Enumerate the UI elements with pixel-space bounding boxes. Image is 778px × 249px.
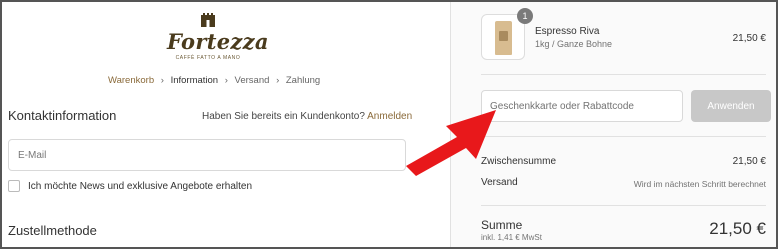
screenshot-frame xyxy=(0,0,778,249)
